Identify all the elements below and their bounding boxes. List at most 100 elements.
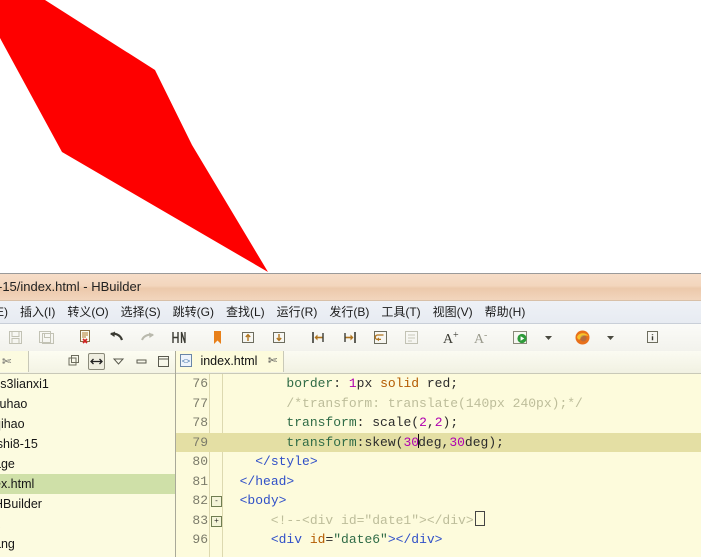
code-token: <div <box>271 532 310 547</box>
explorer-item-label: age <box>0 457 15 471</box>
line-number: 79 <box>176 433 208 453</box>
chevron-down-icon[interactable] <box>605 329 622 346</box>
menu-item-1[interactable]: 插入(I) <box>14 301 61 322</box>
code-editor[interactable]: 76 border: 1px solid red;77 /*transform:… <box>176 374 701 557</box>
explorer-item[interactable]: jiuhao <box>0 394 175 414</box>
menu-item-5[interactable]: 查找(L) <box>220 301 271 322</box>
toolbar-separator <box>497 324 505 325</box>
code-line[interactable]: 80 </style> <box>176 452 701 472</box>
explorer-item-label: ex.html <box>0 477 34 491</box>
code-token: /*transform: translate(140px 240px);*/ <box>224 396 583 411</box>
explorer-tab-close-icon[interactable]: ✄ <box>2 355 11 368</box>
explorer-item[interactable]: ex.html <box>0 474 175 494</box>
window-titlebar: -15/index.html - HBuilder <box>0 274 701 301</box>
increase-font-icon[interactable]: A + <box>442 329 459 346</box>
bookmark-prev-icon[interactable] <box>240 329 257 346</box>
view-menu-icon[interactable] <box>110 353 127 370</box>
code-line[interactable]: 79 transform:skew(30deg,30deg); <box>176 433 701 453</box>
code-token: skew <box>364 435 395 450</box>
code-token: 2 <box>435 415 443 430</box>
code-token: transform <box>286 435 356 450</box>
explorer-item-label: HBuilder <box>0 497 42 511</box>
find-next-icon[interactable] <box>170 329 187 346</box>
chevron-down-icon[interactable] <box>543 329 560 346</box>
bookmark-icon[interactable] <box>209 329 226 346</box>
minimize-icon[interactable] <box>133 353 150 370</box>
workspace: ✄ <box>0 351 701 557</box>
run-browser-icon[interactable] <box>512 329 529 346</box>
word-wrap-icon[interactable] <box>372 329 389 346</box>
fold-collapse-icon[interactable]: - <box>211 496 222 507</box>
code-text: transform:skew(30deg,30deg); <box>224 433 504 453</box>
explorer-item[interactable]: x <box>0 514 175 534</box>
line-number: 82 <box>176 491 208 511</box>
explorer-item[interactable]: ishi8-15 <box>0 434 175 454</box>
window-title: -15/index.html - HBuilder <box>0 279 141 294</box>
editor-tabbar: <> index.html ✄ <box>176 351 701 374</box>
code-text: <!--<div id="date1"></div> <box>224 511 485 531</box>
indent-icon <box>403 329 420 346</box>
code-token: ); <box>443 415 459 430</box>
menu-item-6[interactable]: 运行(R) <box>271 301 324 322</box>
code-text: transform: scale(2,2); <box>224 413 458 433</box>
bookmark-next-icon[interactable] <box>271 329 288 346</box>
menu-item-2[interactable]: 转义(O) <box>61 301 114 322</box>
screenshot-root: -15/index.html - HBuilder E)插入(I)转义(O)选择… <box>0 0 701 556</box>
explorer-item[interactable]: ang <box>0 534 175 554</box>
explorer-item[interactable]: qihao <box>0 414 175 434</box>
editor-tab-close-icon[interactable]: ✄ <box>268 351 277 372</box>
code-token: transform <box>286 415 356 430</box>
line-number: 81 <box>176 472 208 492</box>
svg-text:-: - <box>484 330 487 341</box>
code-token <box>224 415 286 430</box>
maximize-icon[interactable] <box>155 353 172 370</box>
link-with-editor-icon[interactable] <box>88 353 105 370</box>
menu-item-3[interactable]: 选择(S) <box>115 301 167 322</box>
fold-expand-icon[interactable]: + <box>211 516 222 527</box>
code-line[interactable]: 82- <body> <box>176 491 701 511</box>
code-line[interactable]: 77 /*transform: translate(140px 240px);*… <box>176 394 701 414</box>
code-token: 30 <box>449 435 465 450</box>
collapse-all-icon[interactable] <box>65 353 82 370</box>
info-icon[interactable] <box>644 329 661 346</box>
code-line[interactable]: 96 <div id="date6"></div> <box>176 530 701 550</box>
menu-bar: E)插入(I)转义(O)选择(S)跳转(G)查找(L)运行(R)发行(B)工具(… <box>0 301 701 324</box>
decrease-font-icon[interactable]: A - <box>473 329 490 346</box>
menu-item-9[interactable]: 视图(V) <box>427 301 479 322</box>
code-token: 30 <box>403 435 419 450</box>
step-back-icon[interactable] <box>310 329 327 346</box>
svg-text:+: + <box>453 330 459 341</box>
firefox-icon[interactable] <box>574 329 591 346</box>
code-token: ( <box>411 415 419 430</box>
skewed-red-shape <box>0 0 701 273</box>
undo-arrow-icon[interactable] <box>108 329 125 346</box>
code-token: , <box>427 415 435 430</box>
menu-item-7[interactable]: 发行(B) <box>323 301 375 322</box>
explorer-item-label: jiuhao <box>0 397 27 411</box>
explorer-item[interactable]: HBuilder <box>0 494 175 514</box>
explorer-item[interactable]: age <box>0 454 175 474</box>
code-line[interactable]: 78 transform: scale(2,2); <box>176 413 701 433</box>
editor-tab-index-html[interactable]: <> index.html ✄ <box>176 351 284 372</box>
code-text: /*transform: translate(140px 240px);*/ <box>224 394 583 414</box>
menu-item-8[interactable]: 工具(T) <box>375 301 426 322</box>
code-line[interactable]: 83+ <!--<div id="date1"></div> <box>176 511 701 531</box>
code-line[interactable]: 76 border: 1px solid red; <box>176 374 701 394</box>
step-forward-icon[interactable] <box>341 329 358 346</box>
code-line[interactable]: 81 </head> <box>176 472 701 492</box>
code-text: <body> <box>224 491 286 511</box>
code-token: 1 <box>349 376 357 391</box>
code-token: id <box>310 532 326 547</box>
explorer-item-label: ang <box>0 537 15 551</box>
menu-item-0[interactable]: E) <box>0 301 14 322</box>
html-file-icon: <> <box>180 354 192 367</box>
explorer-item[interactable]: ss3lianxi1 <box>0 374 175 394</box>
editor-tab-label: index.html <box>200 351 257 372</box>
save-all-icon <box>38 329 55 346</box>
explorer-header: ✄ <box>0 351 175 374</box>
save-icon <box>7 329 24 346</box>
menu-item-4[interactable]: 跳转(G) <box>167 301 220 322</box>
code-token: solid <box>380 376 419 391</box>
menu-item-10[interactable]: 帮助(H) <box>479 301 532 322</box>
close-document-icon[interactable] <box>77 329 94 346</box>
